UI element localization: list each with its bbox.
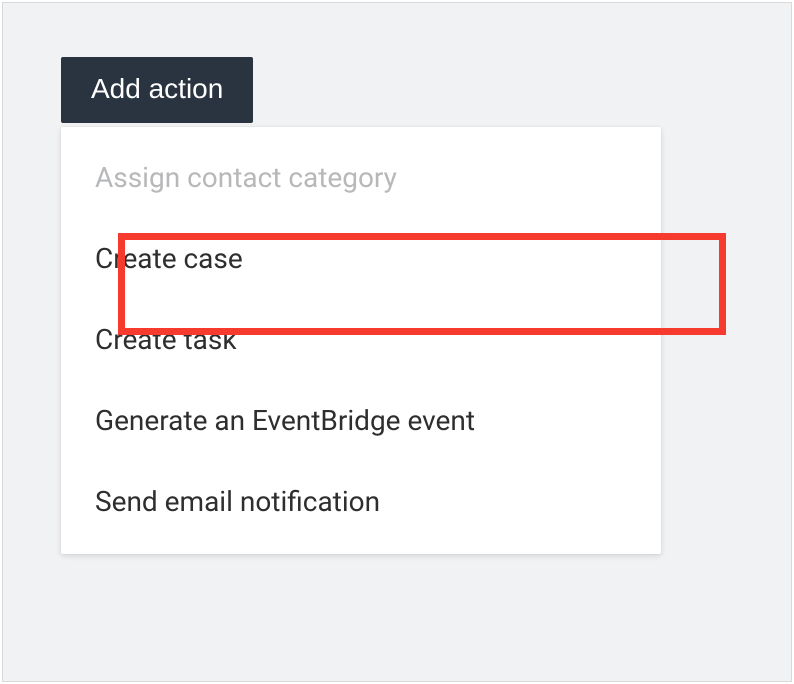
dropdown-container: Add action Assign contact category Creat… [61, 57, 253, 123]
menu-item-send-email-notification[interactable]: Send email notification [61, 461, 661, 542]
menu-item-create-task[interactable]: Create task [61, 299, 661, 380]
action-dropdown-menu: Assign contact category Create case Crea… [61, 127, 661, 554]
page-background: Add action Assign contact category Creat… [2, 2, 792, 682]
menu-item-generate-eventbridge-event[interactable]: Generate an EventBridge event [61, 380, 661, 461]
menu-item-create-case[interactable]: Create case [61, 218, 661, 299]
add-action-button[interactable]: Add action [61, 57, 253, 123]
menu-item-assign-contact-category: Assign contact category [61, 137, 661, 218]
